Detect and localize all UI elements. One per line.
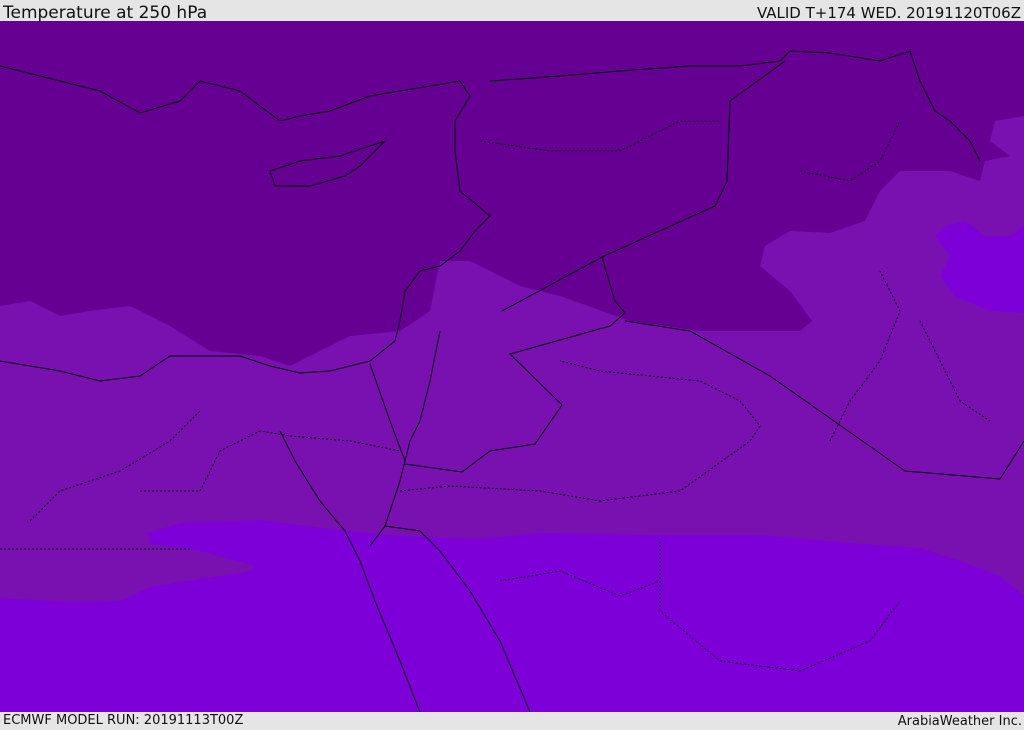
header-bar: Temperature at 250 hPa VALID T+174 WED. … xyxy=(0,0,1024,23)
temperature-map xyxy=(0,21,1024,712)
footer-bar: ECMWF MODEL RUN: 20191113T00Z ArabiaWeat… xyxy=(0,712,1024,729)
map-title: Temperature at 250 hPa xyxy=(3,3,208,23)
credit: ArabiaWeather Inc. xyxy=(897,714,1022,729)
valid-time: VALID T+174 WED. 20191120T06Z xyxy=(756,4,1021,22)
model-run: ECMWF MODEL RUN: 20191113T00Z xyxy=(3,713,244,728)
